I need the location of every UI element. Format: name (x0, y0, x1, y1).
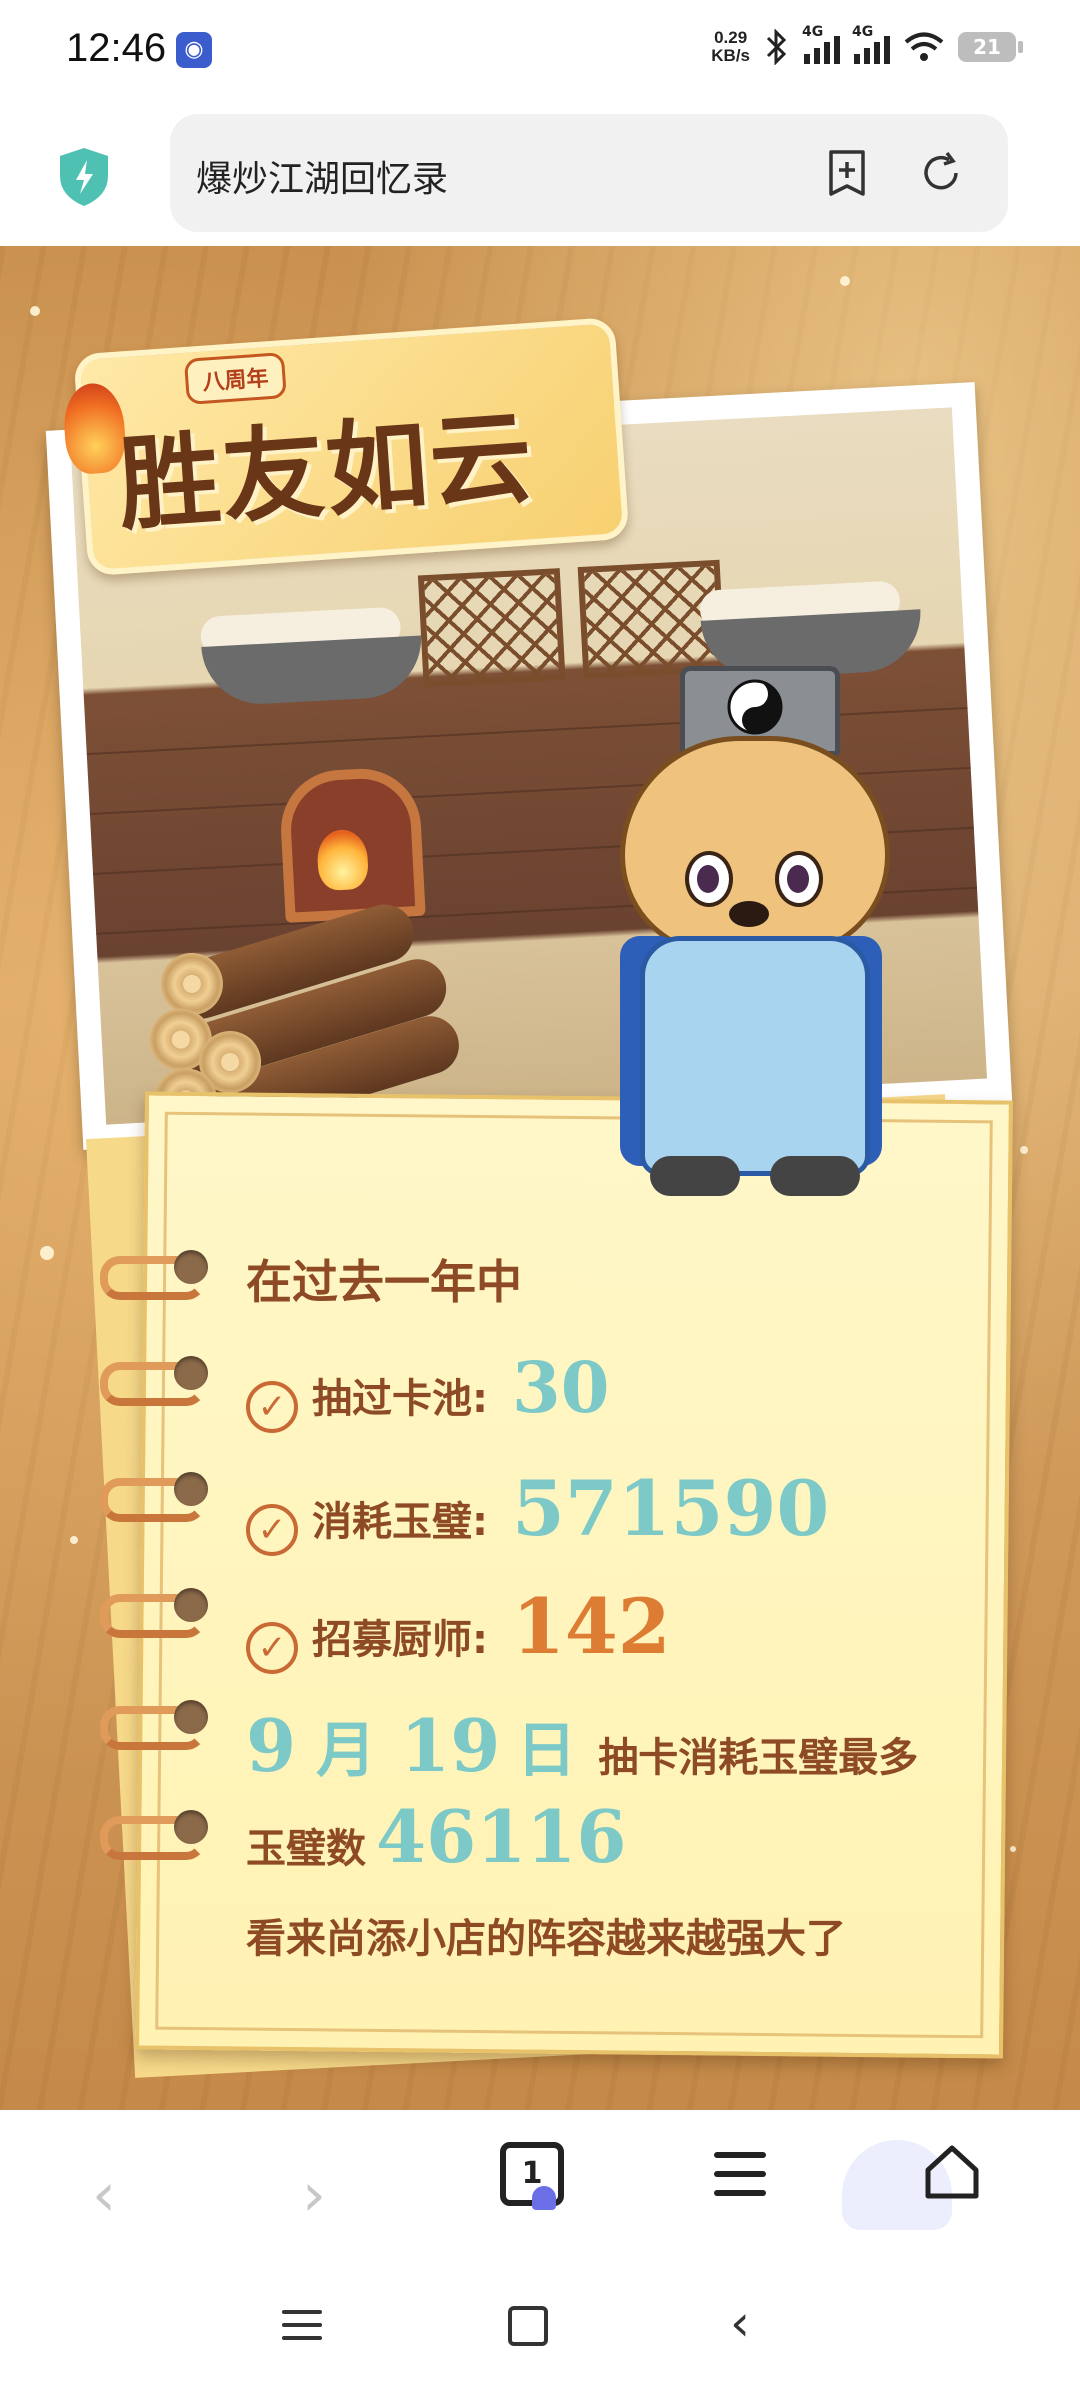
security-shield-icon[interactable] (56, 146, 112, 208)
recent-apps-button[interactable] (282, 2310, 322, 2349)
add-bookmark-icon[interactable] (822, 148, 872, 198)
date-month-number: 9 (246, 1703, 297, 1788)
bluetooth-icon (766, 29, 787, 65)
stat-chefs-label: 招募厨师: (312, 1617, 488, 1663)
dog-robe (640, 936, 870, 1176)
event-logo: 八周年 胜友如云 (61, 316, 630, 577)
signal-1-icon: 4G (802, 24, 840, 64)
stat-pools-value: 30 (512, 1346, 610, 1429)
notification-app-icon: ◉ (176, 32, 212, 68)
battery-icon: 21 (958, 32, 1023, 62)
stat-pools-line: ✓ 抽过卡池: 30 (246, 1346, 610, 1433)
browser-toolbar: 爆炒江湖回忆录 (0, 100, 1080, 246)
date-day-number: 19 (400, 1703, 501, 1788)
binder-ring (100, 1472, 210, 1522)
status-bar: 12:46 ◉ 0.29 KB/s 4G 4G 21 (0, 0, 1080, 100)
web-content: 八周年 胜友如云 在过去一年中 ✓ 抽过卡池: 30 ✓ 消耗玉璧: 57159… (0, 246, 1080, 2110)
binder-ring (100, 1250, 210, 1300)
intro-line: 在过去一年中 (246, 1246, 522, 1312)
signal-2-icon: 4G (852, 24, 890, 64)
yin-yang-icon (727, 679, 783, 735)
stat-chefs-value: 142 (512, 1582, 671, 1671)
ghost-icon (532, 2186, 556, 2210)
status-icons: 0.29 KB/s 4G 4G 21 (711, 22, 1023, 72)
stat-pools-label: 抽过卡池: (312, 1376, 488, 1422)
menu-button[interactable] (714, 2152, 766, 2198)
top-date-line: 9 月 19 日 抽卡消耗玉璧最多 (246, 1702, 918, 1789)
forward-button[interactable]: › (302, 2160, 326, 2230)
dog-mascot (600, 666, 930, 1226)
status-time: 12:46 (66, 26, 167, 70)
top-date-suffix: 抽卡消耗玉璧最多 (598, 1735, 919, 1781)
stat-jade-spent-line: ✓ 消耗玉璧: 571590 (246, 1464, 830, 1556)
reload-icon[interactable] (916, 148, 966, 198)
closing-text: 看来尚添小店的阵容越来越强大了 (246, 1916, 846, 1962)
binder-ring (100, 1810, 210, 1860)
browser-bottom-bar: ‹ › 1 (0, 2110, 1080, 2260)
jade-count-label: 玉璧数 (246, 1826, 366, 1872)
date-day-char: 日 (516, 1716, 577, 1786)
system-home-button[interactable] (508, 2306, 548, 2346)
system-back-button[interactable]: ‹ (730, 2294, 750, 2352)
binder-ring (100, 1588, 210, 1638)
signal-2-label: 4G (852, 24, 874, 40)
jade-count-value: 46116 (376, 1794, 627, 1879)
address-bar[interactable]: 爆炒江湖回忆录 (170, 114, 1008, 232)
stat-jade-spent-value: 571590 (512, 1464, 830, 1553)
check-icon: ✓ (246, 1381, 298, 1433)
back-button[interactable]: ‹ (92, 2160, 116, 2230)
binder-ring (100, 1356, 210, 1406)
intro-text: 在过去一年中 (246, 1255, 522, 1309)
stat-chefs-line: ✓ 招募厨师: 142 (246, 1582, 671, 1674)
home-button[interactable] (920, 2140, 984, 2204)
network-speed-value: 0.29 (714, 28, 748, 47)
check-icon: ✓ (246, 1622, 298, 1674)
check-icon: ✓ (246, 1504, 298, 1556)
binder-ring (100, 1700, 210, 1750)
closing-line: 看来尚添小店的阵容越来越强大了 (246, 1906, 846, 1964)
network-speed: 0.29 KB/s (711, 29, 750, 65)
jade-count-line: 玉璧数 46116 (246, 1794, 627, 1879)
address-text[interactable]: 爆炒江湖回忆录 (196, 150, 448, 202)
wifi-icon (904, 32, 944, 61)
stat-jade-spent-label: 消耗玉璧: (312, 1499, 488, 1545)
dog-head (620, 736, 890, 956)
signal-1-label: 4G (802, 24, 824, 40)
logo-title: 胜友如云 (114, 397, 538, 546)
date-month-char: 月 (316, 1716, 377, 1786)
network-speed-unit: KB/s (711, 46, 750, 65)
system-navigation-bar: ‹ (0, 2260, 1080, 2400)
